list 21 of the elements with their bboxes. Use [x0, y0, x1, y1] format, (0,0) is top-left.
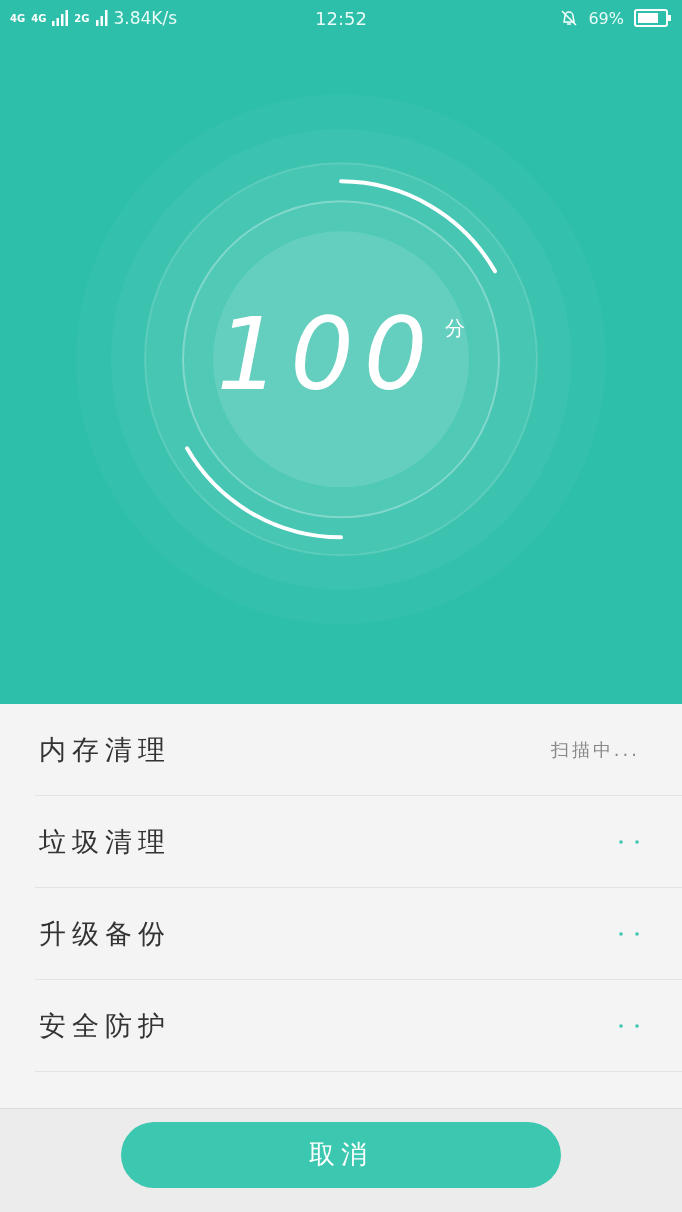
loading-dots-icon [618, 930, 640, 937]
scan-status: 扫描中... [550, 737, 640, 762]
network-label: 4G [31, 12, 47, 24]
task-label: 安全防护 [38, 1008, 171, 1043]
loading-dots-icon [618, 1022, 640, 1029]
cancel-button[interactable]: 取消 [121, 1121, 561, 1188]
network-label: 4G [10, 12, 26, 24]
network-speed: 3.84K/s [113, 8, 178, 28]
loading-dots-icon [618, 838, 640, 845]
clock: 12:52 [315, 7, 367, 29]
task-label: 内存清理 [38, 732, 171, 767]
signal-icon [95, 10, 108, 26]
muted-bell-icon [560, 9, 579, 27]
score-value: 100 [216, 305, 438, 405]
score-unit: 分 [445, 315, 466, 342]
task-label: 升级备份 [38, 916, 171, 951]
battery-percent: 69% [588, 8, 624, 28]
signal-icon [52, 10, 69, 26]
battery-icon [634, 9, 672, 27]
network-label: 2G [74, 12, 90, 24]
task-label: 垃圾清理 [38, 824, 171, 859]
